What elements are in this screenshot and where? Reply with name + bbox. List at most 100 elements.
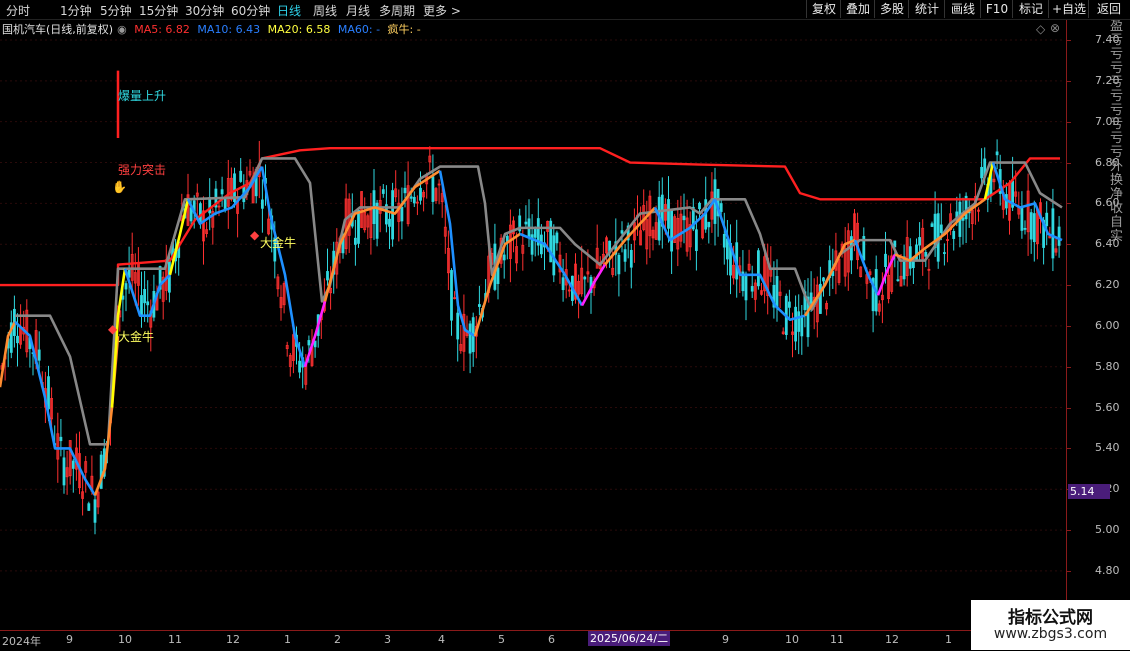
candle-body <box>388 218 391 227</box>
candle-body <box>896 279 900 282</box>
price-tick-mark <box>1067 162 1071 164</box>
price-tick-mark <box>1067 570 1071 572</box>
time-tick: 12 <box>226 633 240 646</box>
price-tick-mark <box>1067 530 1071 532</box>
candle-body <box>952 230 956 239</box>
candle-body <box>208 197 212 214</box>
ma-blue-line <box>260 166 307 368</box>
candle-body <box>620 230 624 234</box>
candle-body <box>456 312 460 340</box>
candle-body <box>924 252 928 257</box>
candle-body <box>750 286 754 292</box>
candle-body <box>298 360 302 373</box>
f10-button[interactable]: F10 <box>980 0 1013 18</box>
candle-body <box>1023 227 1027 230</box>
time-tick: 12 <box>885 633 899 646</box>
period-tab-monthly[interactable]: 月线 <box>346 2 370 19</box>
candlestick-chart[interactable] <box>0 20 1065 630</box>
period-tab-15min[interactable]: 15分钟 <box>139 2 178 19</box>
time-tick: 1 <box>945 633 952 646</box>
candle-body <box>357 209 360 244</box>
draw-line-button[interactable]: 画线 <box>944 0 981 18</box>
statistics-button[interactable]: 统计 <box>908 0 945 18</box>
candle-body <box>1045 212 1049 227</box>
candle-body <box>1020 206 1024 231</box>
candle-body <box>908 246 912 269</box>
period-tab-30min[interactable]: 30分钟 <box>185 2 224 19</box>
candle-body <box>667 199 670 229</box>
candle-body <box>146 301 150 306</box>
price-tick-mark <box>1067 40 1071 41</box>
multi-stock-button[interactable]: 多股 <box>874 0 909 18</box>
candle-body <box>59 436 63 442</box>
candle-body <box>722 233 726 248</box>
time-tick: 11 <box>168 633 182 646</box>
candle-body <box>623 249 627 262</box>
candle-body <box>403 187 407 194</box>
candle-body <box>788 301 791 308</box>
add-favorite-button[interactable]: +自选 <box>1048 0 1089 18</box>
overlay-button[interactable]: 叠加 <box>840 0 875 18</box>
period-tab-multi[interactable]: 多周期 <box>379 2 415 19</box>
candle-body <box>775 276 779 309</box>
annotation-dajinniu-1: 大金牛 <box>118 330 155 344</box>
watermark: 指标公式网 www.zbgs3.com <box>971 600 1130 650</box>
candle-body <box>400 206 404 222</box>
candle-body <box>918 237 921 246</box>
candle-body <box>143 289 147 304</box>
candle-body <box>822 277 825 282</box>
candle-body <box>468 323 472 354</box>
period-tab-5min[interactable]: 5分钟 <box>100 2 132 19</box>
watermark-title: 指标公式网 <box>1008 608 1093 628</box>
cursor-date-label: 2025/06/24/二 <box>588 631 671 646</box>
time-tick: 9 <box>66 633 73 646</box>
candle-body <box>555 232 559 244</box>
candle-body <box>409 196 413 199</box>
candle-body <box>1032 213 1036 243</box>
time-axis: 2024年91011121234567891011121 <box>0 630 1065 651</box>
period-tab-60min[interactable]: 60分钟 <box>231 2 270 19</box>
candle-body <box>561 277 565 291</box>
candle-body <box>980 166 983 179</box>
candle-body <box>794 306 797 342</box>
period-tab-minute[interactable]: 分时 <box>6 2 30 19</box>
candle-body <box>995 151 999 156</box>
back-button[interactable]: 返回 <box>1088 0 1129 18</box>
candle-body <box>797 311 801 332</box>
period-tab-1min[interactable]: 1分钟 <box>60 2 92 19</box>
current-price-label: 5.14 <box>1068 484 1110 499</box>
candle-body <box>124 283 128 290</box>
price-tick-mark <box>1067 285 1071 287</box>
candle-body <box>419 187 422 201</box>
candle-body <box>326 271 329 281</box>
candle-body <box>37 349 41 361</box>
period-toolbar: 分时 1分钟 5分钟 15分钟 30分钟 60分钟 日线 周线 月线 多周期 更… <box>0 0 1130 20</box>
candle-body <box>617 254 621 275</box>
candle-body <box>71 460 75 469</box>
time-tick: 10 <box>785 633 799 646</box>
candle-body <box>698 202 701 210</box>
price-tick-mark <box>1067 80 1071 82</box>
time-tick: 10 <box>118 633 132 646</box>
candle-body <box>943 252 946 254</box>
time-tick: 5 <box>498 633 505 646</box>
adjust-button[interactable]: 复权 <box>806 0 841 18</box>
candle-body <box>93 499 97 523</box>
candle-body <box>682 215 686 221</box>
candle-body <box>431 176 435 202</box>
price-tick-mark <box>1067 366 1071 368</box>
period-tab-daily[interactable]: 日线 <box>277 2 301 19</box>
candle-body <box>477 304 481 307</box>
time-tick: 6 <box>548 633 555 646</box>
period-tab-weekly[interactable]: 周线 <box>313 2 337 19</box>
mark-button[interactable]: 标记 <box>1012 0 1049 18</box>
price-tick-mark <box>1067 448 1071 450</box>
time-tick: 3 <box>384 633 391 646</box>
price-tick-mark <box>1067 203 1071 205</box>
period-tab-more[interactable]: 更多 > <box>423 2 461 19</box>
candle-body <box>502 254 506 261</box>
candle-body <box>260 199 264 209</box>
candle-body <box>884 253 887 267</box>
candle-body <box>930 223 934 227</box>
time-tick: 2024年 <box>2 635 41 648</box>
